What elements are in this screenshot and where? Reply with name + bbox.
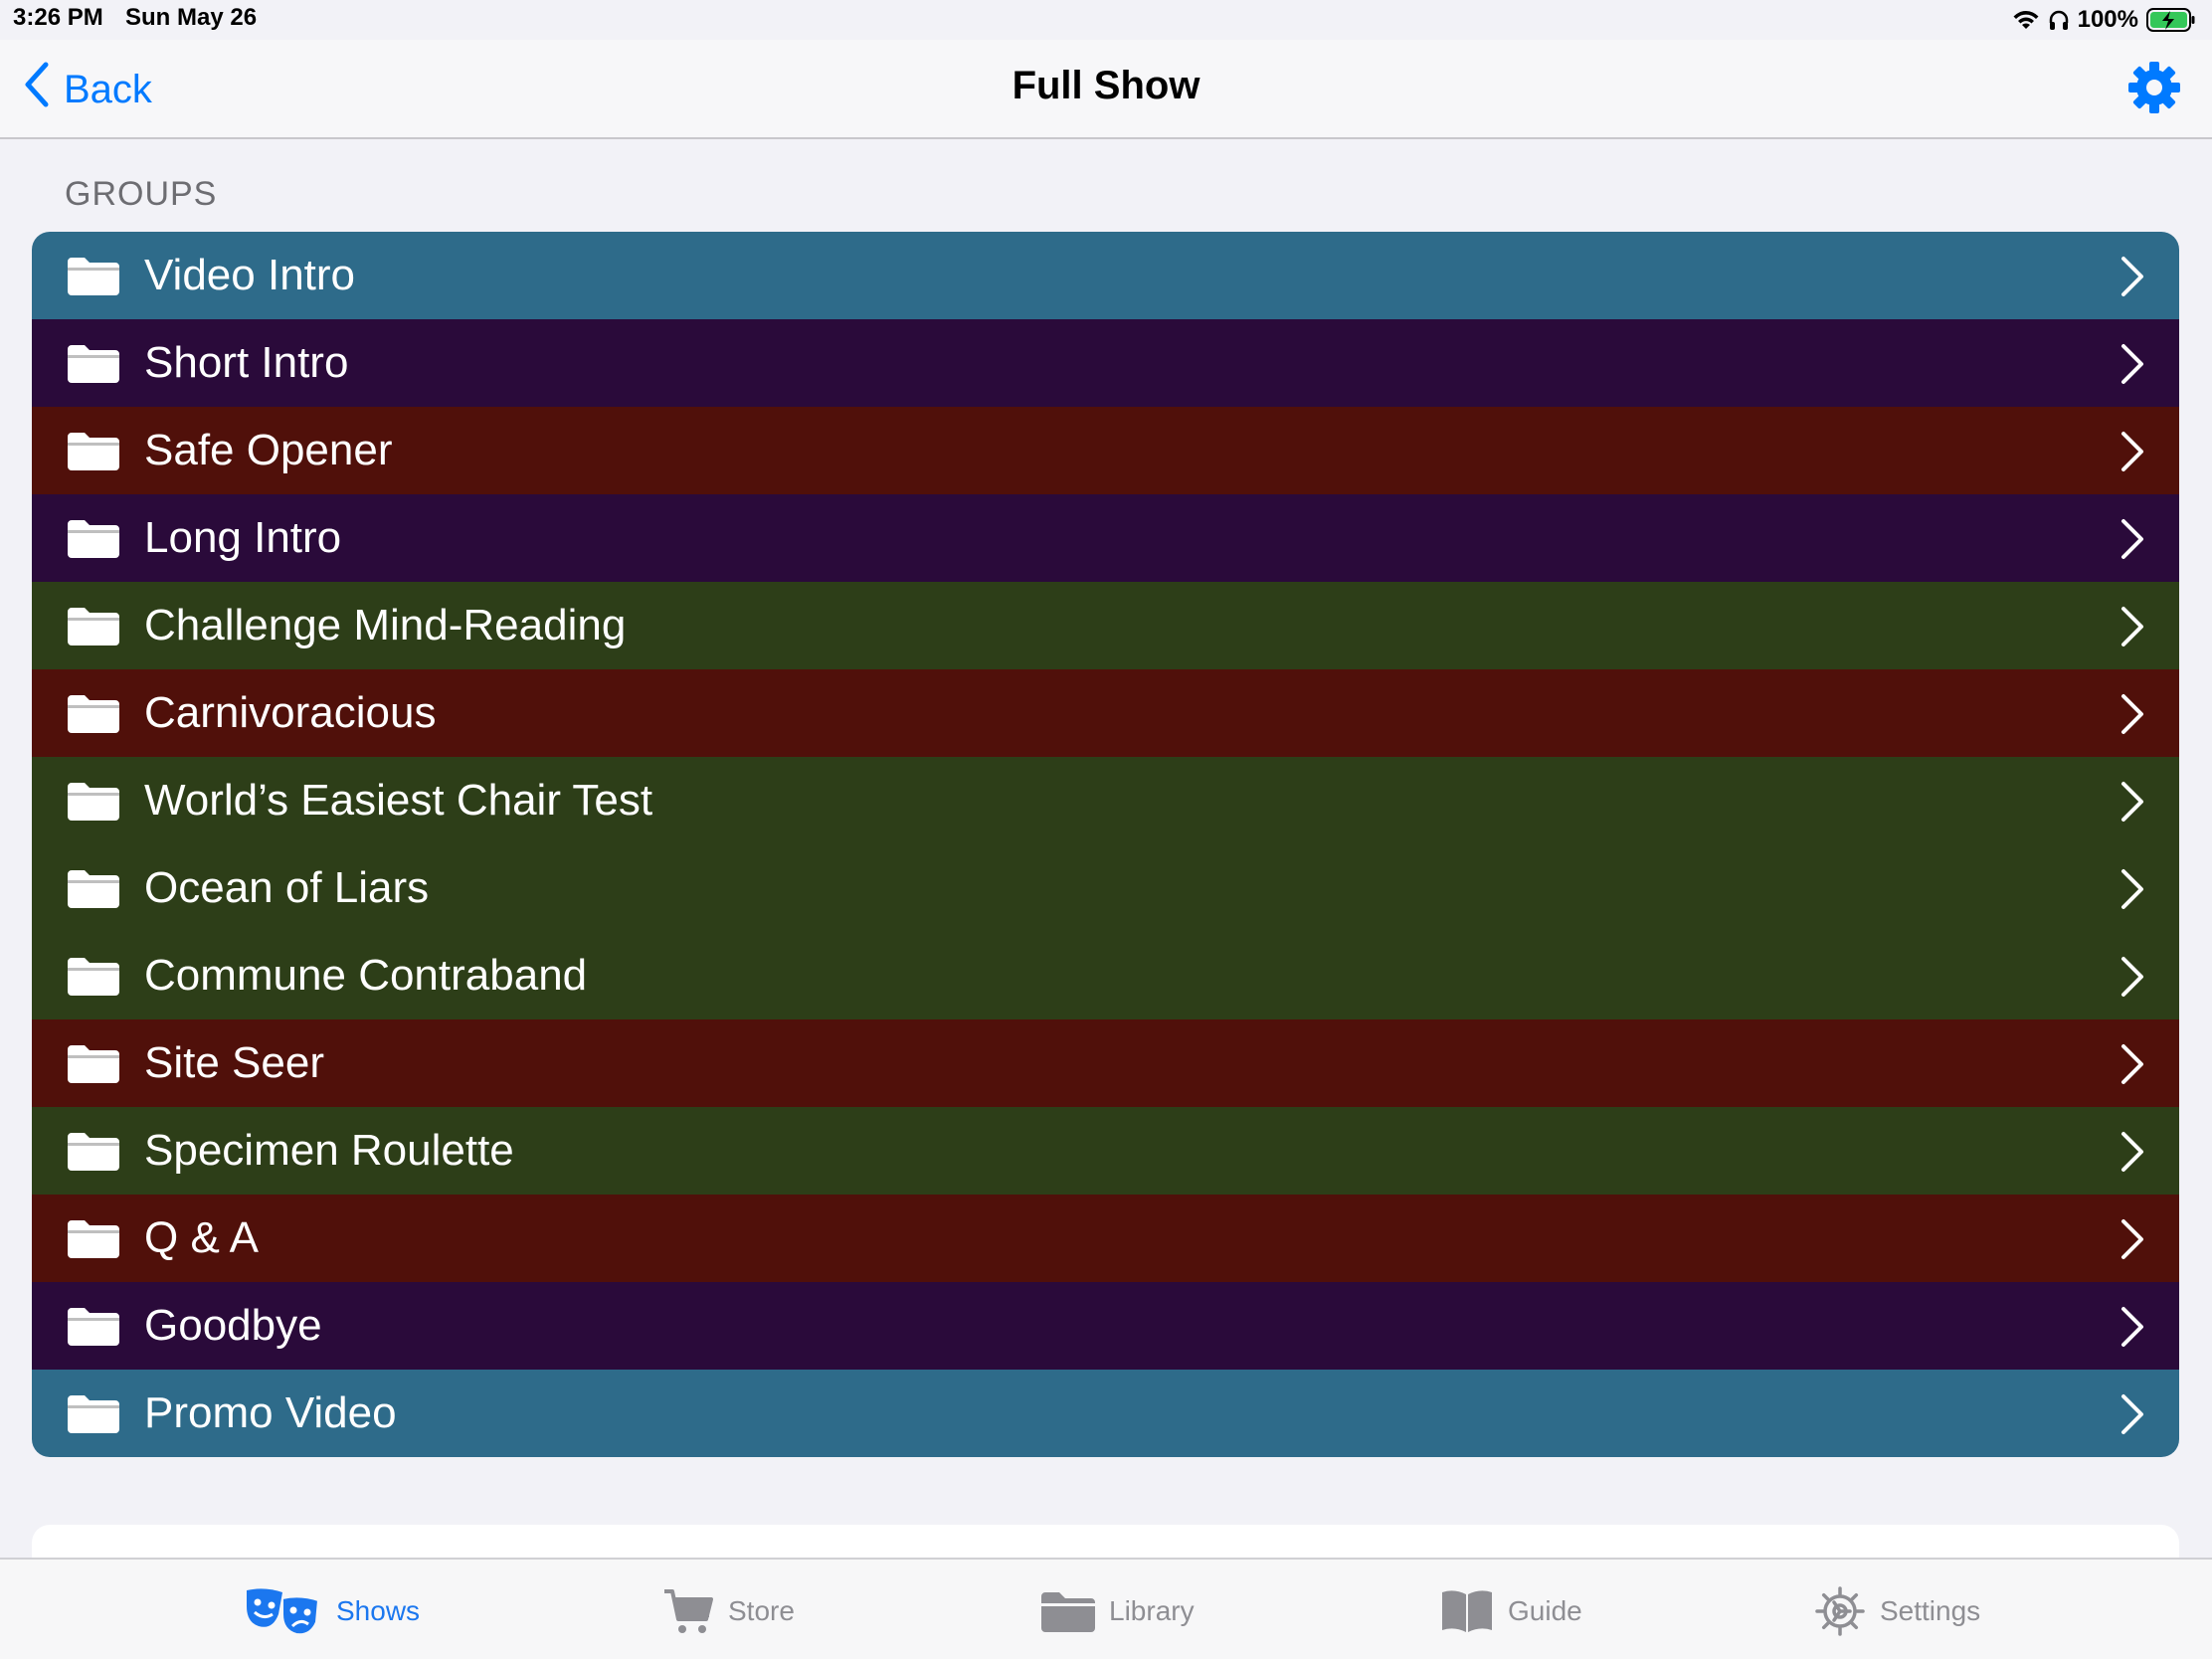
tab-shows[interactable]: Shows: [243, 1585, 420, 1637]
navigation-bar: Back Full Show: [0, 40, 2212, 139]
chevron-right-icon: [2121, 1219, 2143, 1259]
folder-icon: [68, 958, 119, 996]
folder-icon: [68, 608, 119, 645]
status-time: 3:26 PM: [13, 4, 103, 31]
book-icon: [1440, 1588, 1494, 1634]
chevron-right-icon: [2121, 782, 2143, 822]
tab-label: Store: [728, 1595, 795, 1626]
folder-icon: [68, 1045, 119, 1083]
gear-icon: [1814, 1585, 1866, 1637]
group-row-label: Long Intro: [144, 513, 342, 562]
status-bar: 3:26 PM Sun May 26 100%: [0, 0, 2212, 40]
group-row[interactable]: Goodbye: [32, 1282, 2179, 1370]
battery-charging-icon: [2146, 7, 2196, 33]
groups-section-header: GROUPS: [65, 175, 218, 213]
chevron-right-icon: [2121, 519, 2143, 559]
chevron-right-icon: [2121, 957, 2143, 997]
theater-masks-icon: [243, 1584, 322, 1638]
folder-icon: [68, 1395, 119, 1433]
tab-settings[interactable]: Settings: [1814, 1585, 1980, 1637]
status-date: Sun May 26: [125, 4, 258, 31]
chevron-right-icon: [2121, 1394, 2143, 1434]
tab-guide[interactable]: Guide: [1440, 1585, 1582, 1637]
folder-icon: [68, 695, 119, 733]
group-row-label: Ocean of Liars: [144, 863, 430, 912]
folder-icon: [68, 258, 119, 295]
group-row[interactable]: Commune Contraband: [32, 932, 2179, 1019]
folder-icon: [68, 1308, 119, 1346]
group-row[interactable]: World’s Easiest Chair Test: [32, 757, 2179, 844]
chevron-right-icon: [2121, 694, 2143, 734]
wifi-icon: [2012, 9, 2040, 31]
status-indicators: 100%: [2012, 4, 2196, 36]
battery-percent: 100%: [2077, 6, 2138, 33]
folder-icon: [68, 1220, 119, 1258]
group-row-label: Challenge Mind-Reading: [144, 601, 627, 649]
group-row-label: Video Intro: [144, 251, 356, 299]
headphones-icon: [2048, 9, 2070, 31]
folder-icon: [1041, 1590, 1095, 1632]
chevron-right-icon: [2121, 1132, 2143, 1172]
group-row[interactable]: Carnivoracious: [32, 669, 2179, 757]
group-row-label: Safe Opener: [144, 426, 393, 474]
group-row-label: Short Intro: [144, 338, 349, 387]
page-title: Full Show: [1012, 64, 1200, 107]
group-row-label: Promo Video: [144, 1388, 397, 1437]
group-row[interactable]: Promo Video: [32, 1370, 2179, 1457]
chevron-right-icon: [2121, 1307, 2143, 1347]
group-row-label: Carnivoracious: [144, 688, 437, 737]
tab-bar: Shows Store Library Guide Settings: [0, 1558, 2212, 1659]
gear-icon: [2126, 60, 2182, 120]
chevron-right-icon: [2121, 869, 2143, 909]
chevron-right-icon: [2121, 257, 2143, 296]
tab-label: Guide: [1508, 1595, 1582, 1626]
folder-icon: [68, 433, 119, 470]
tab-store[interactable]: Store: [662, 1585, 795, 1637]
group-row-label: Commune Contraband: [144, 951, 588, 1000]
group-row[interactable]: Safe Opener: [32, 407, 2179, 494]
folder-icon: [68, 345, 119, 383]
group-row-label: Q & A: [144, 1213, 259, 1262]
cart-icon: [662, 1587, 714, 1635]
group-row[interactable]: Specimen Roulette: [32, 1107, 2179, 1195]
groups-list: Video Intro Short Intro Safe Opener Long In…: [32, 232, 2179, 1457]
chevron-right-icon: [2121, 344, 2143, 384]
group-row[interactable]: Site Seer: [32, 1019, 2179, 1107]
group-row[interactable]: Q & A: [32, 1195, 2179, 1282]
group-row[interactable]: Short Intro: [32, 319, 2179, 407]
chevron-right-icon: [2121, 432, 2143, 471]
tab-label: Shows: [336, 1595, 421, 1626]
group-row[interactable]: Long Intro: [32, 494, 2179, 582]
folder-icon: [68, 520, 119, 558]
settings-button[interactable]: [2124, 60, 2184, 119]
folder-icon: [68, 870, 119, 908]
chevron-right-icon: [2121, 607, 2143, 646]
group-row-label: Specimen Roulette: [144, 1126, 514, 1175]
folder-icon: [68, 1133, 119, 1171]
group-row[interactable]: Ocean of Liars: [32, 844, 2179, 932]
group-row[interactable]: Challenge Mind-Reading: [32, 582, 2179, 669]
tab-label: Library: [1109, 1595, 1195, 1626]
group-row-label: Goodbye: [144, 1301, 322, 1350]
folder-icon: [68, 783, 119, 821]
chevron-right-icon: [2121, 1044, 2143, 1084]
group-row-label: World’s Easiest Chair Test: [144, 776, 653, 825]
tab-library[interactable]: Library: [1041, 1585, 1195, 1637]
group-row[interactable]: Video Intro: [32, 232, 2179, 319]
group-row-label: Site Seer: [144, 1038, 324, 1087]
tab-label: Settings: [1880, 1595, 1981, 1626]
